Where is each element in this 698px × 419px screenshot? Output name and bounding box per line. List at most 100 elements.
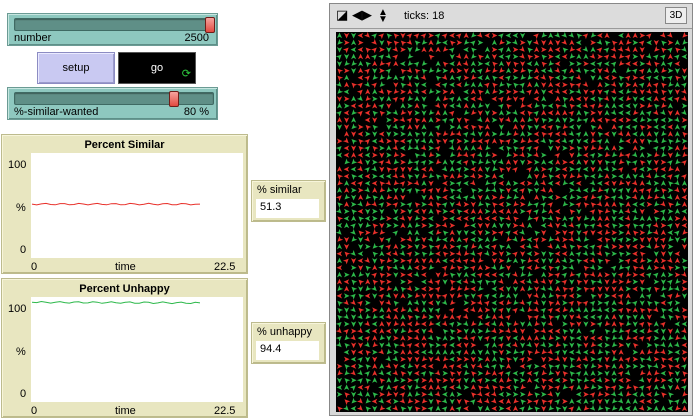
turtle: [653, 335, 660, 341]
turtle: [603, 47, 610, 54]
similar-wanted-slider[interactable]: %-similar-wanted 80 %: [7, 87, 218, 120]
turtle: [534, 159, 540, 165]
setup-button[interactable]: setup: [37, 52, 115, 84]
turtle: [491, 342, 497, 348]
turtle: [639, 145, 646, 151]
turtle: [506, 95, 513, 102]
turtle: [527, 377, 533, 383]
turtle: [618, 363, 624, 369]
turtle: [532, 151, 539, 158]
turtle: [435, 117, 442, 123]
arrows-horizontal-icon[interactable]: ◀▶: [352, 8, 372, 22]
turtle: [505, 251, 512, 257]
turtle: [603, 300, 610, 307]
number-slider-thumb[interactable]: [205, 17, 216, 33]
turtle: [611, 363, 617, 369]
turtle: [478, 124, 484, 131]
turtle: [640, 357, 646, 363]
turtle: [344, 208, 350, 214]
turtle: [653, 356, 660, 362]
turtle: [512, 89, 519, 95]
turtle: [504, 371, 511, 377]
turtle: [583, 68, 590, 75]
turtle: [569, 258, 575, 264]
turtle: [596, 221, 603, 228]
turtle: [660, 271, 666, 278]
3d-button[interactable]: 3D: [665, 7, 687, 24]
turtle: [661, 307, 668, 314]
turtle: [603, 242, 610, 249]
turtle: [344, 356, 350, 362]
turtle: [406, 188, 413, 194]
arrows-vertical-icon[interactable]: ▲ ▼: [378, 8, 388, 25]
turtle: [490, 186, 497, 193]
turtle: [638, 335, 645, 342]
turtle: [464, 38, 470, 45]
turtle: [654, 342, 660, 349]
turtle: [576, 356, 582, 362]
turtle: [400, 131, 406, 137]
turtle: [491, 208, 497, 214]
turtle: [421, 355, 428, 362]
number-slider[interactable]: number 2500: [7, 13, 218, 46]
turtle: [582, 355, 589, 362]
turtle: [414, 398, 420, 404]
turtle: [456, 82, 462, 88]
similar-wanted-slider-thumb[interactable]: [169, 91, 180, 107]
world-canvas[interactable]: [335, 31, 689, 413]
turtle: [400, 356, 406, 362]
turtle: [540, 124, 547, 130]
turtle: [442, 40, 448, 46]
turtle: [365, 47, 372, 54]
go-button[interactable]: go ⟳: [118, 52, 196, 84]
turtle: [618, 279, 625, 285]
turtle: [455, 33, 462, 40]
turtle: [414, 138, 420, 145]
turtle: [568, 230, 574, 237]
turtle: [625, 398, 631, 404]
turtle: [378, 244, 384, 251]
turtle: [554, 350, 560, 356]
turtle: [548, 272, 554, 278]
turtle: [548, 265, 555, 272]
turtle: [597, 102, 604, 109]
turtle: [434, 124, 441, 131]
speed-icon[interactable]: ◪: [336, 8, 348, 22]
turtle: [379, 342, 385, 349]
turtle: [478, 54, 484, 61]
turtle: [666, 75, 673, 82]
turtle: [462, 258, 469, 265]
turtle: [400, 244, 406, 250]
turtle: [372, 279, 379, 286]
turtle: [385, 328, 392, 334]
turtle: [527, 285, 534, 292]
number-slider-track[interactable]: [14, 17, 216, 33]
similar-wanted-slider-track[interactable]: [14, 91, 214, 107]
turtle: [639, 201, 645, 207]
turtle: [582, 45, 589, 52]
turtle: [562, 82, 568, 88]
turtle: [400, 377, 406, 383]
turtle: [590, 202, 597, 209]
turtle: [667, 349, 674, 355]
turtle: [442, 109, 448, 116]
turtle: [668, 181, 675, 187]
turtle: [547, 348, 553, 355]
turtle: [589, 103, 596, 110]
plot-title: Percent Similar: [84, 139, 165, 151]
turtle: [442, 95, 449, 102]
turtle: [344, 81, 350, 88]
turtle: [576, 33, 583, 40]
turtle: [590, 314, 596, 320]
turtle: [463, 47, 469, 53]
turtle: [393, 376, 400, 383]
turtle: [532, 306, 539, 313]
turtle: [498, 286, 504, 292]
turtle: [639, 89, 645, 95]
turtle: [575, 251, 582, 258]
turtle: [652, 221, 659, 228]
turtle: [470, 342, 477, 348]
turtle: [378, 173, 385, 179]
turtle: [491, 300, 497, 306]
turtle: [407, 60, 414, 66]
